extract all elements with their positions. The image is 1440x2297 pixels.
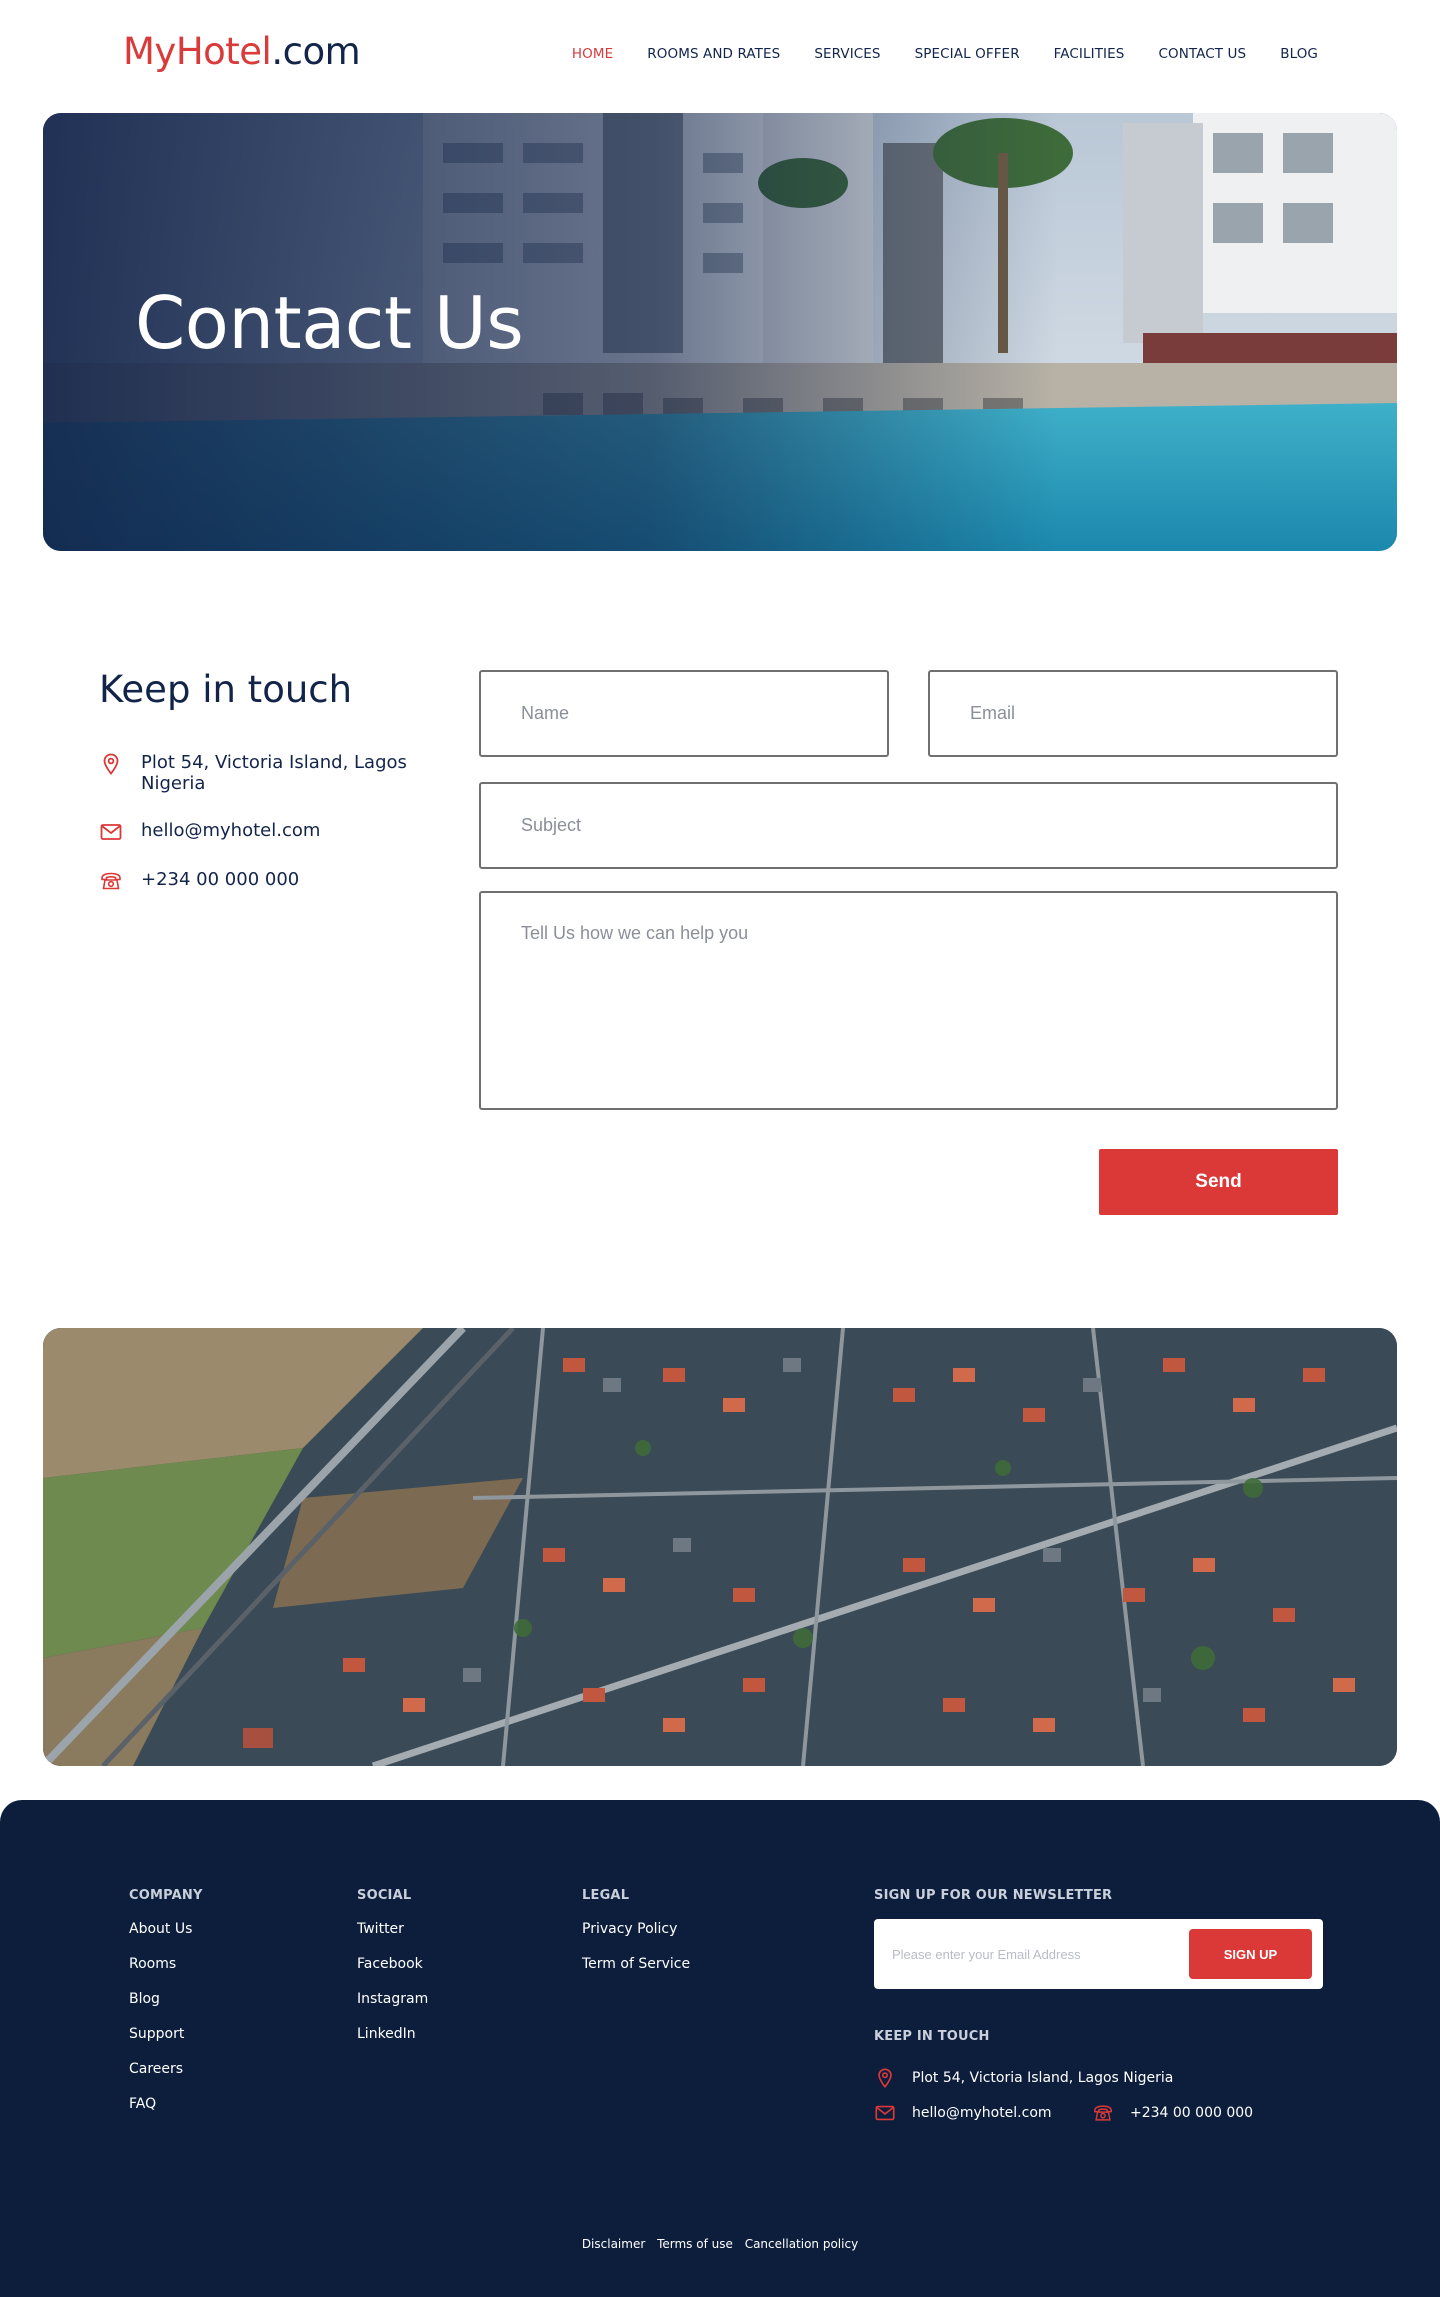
footer-email[interactable]: hello@myhotel.com: [874, 2102, 1052, 2124]
footer-link-instagram[interactable]: Instagram: [357, 1991, 428, 2008]
nav-facilities[interactable]: FACILITIES: [1054, 46, 1125, 62]
footer-link-linkedin[interactable]: LinkedIn: [357, 2026, 428, 2043]
site-footer: COMPANY About Us Rooms Blog Support Care…: [0, 1800, 1440, 2297]
footer-link-rooms[interactable]: Rooms: [129, 1956, 203, 1973]
footer-link-about-us[interactable]: About Us: [129, 1921, 203, 1938]
hero-banner: Contact Us: [43, 113, 1397, 551]
footer-link-twitter[interactable]: Twitter: [357, 1921, 428, 1938]
contact-email-text: hello@myhotel.com: [141, 820, 321, 841]
nav-contact-us[interactable]: CONTACT US: [1158, 46, 1246, 62]
footer-legal-heading: LEGAL: [582, 1888, 630, 1903]
aerial-city-image: [43, 1328, 1397, 1766]
newsletter-email-input[interactable]: [892, 1939, 1172, 1969]
footer-link-cancellation-policy[interactable]: Cancellation policy: [745, 2237, 858, 2251]
location-pin-icon: [103, 753, 119, 775]
nav-services[interactable]: SERVICES: [814, 46, 880, 62]
footer-phone[interactable]: +234 00 000 000: [1092, 2102, 1253, 2124]
mail-icon: [100, 824, 122, 840]
send-button[interactable]: Send: [1099, 1149, 1338, 1215]
contact-phone[interactable]: +234 00 000 000: [99, 869, 299, 893]
footer-address: Plot 54, Victoria Island, Lagos Nigeria: [874, 2067, 1173, 2089]
footer-company-column: COMPANY About Us Rooms Blog Support Care…: [129, 1888, 203, 2131]
footer-email-text: hello@myhotel.com: [912, 2105, 1052, 2121]
mail-icon: [875, 2105, 895, 2121]
contact-address: Plot 54, Victoria Island, Lagos Nigeria: [99, 752, 419, 794]
nav-blog[interactable]: BLOG: [1280, 46, 1318, 62]
message-textarea[interactable]: [479, 891, 1338, 1110]
subject-input[interactable]: [479, 782, 1338, 869]
footer-keep-in-touch: KEEP IN TOUCH: [874, 2029, 990, 2062]
footer-phone-text: +234 00 000 000: [1130, 2105, 1254, 2121]
telephone-icon: [101, 872, 121, 890]
contact-phone-text: +234 00 000 000: [141, 869, 300, 890]
nav-special-offer[interactable]: SPECIAL OFFER: [915, 46, 1020, 62]
footer-keep-in-touch-heading: KEEP IN TOUCH: [874, 2029, 990, 2044]
footer-legal-column: LEGAL Privacy Policy Term of Service: [582, 1888, 690, 1991]
footer-link-privacy-policy[interactable]: Privacy Policy: [582, 1921, 690, 1938]
page-title: Contact Us: [135, 281, 524, 365]
footer-company-heading: COMPANY: [129, 1888, 203, 1903]
nav-rooms-and-rates[interactable]: ROOMS AND RATES: [647, 46, 780, 62]
footer-link-term-of-service[interactable]: Term of Service: [582, 1956, 690, 1973]
telephone-icon: [1094, 2105, 1112, 2121]
footer-link-disclaimer[interactable]: Disclaimer: [582, 2237, 645, 2251]
footer-bottom-links: Disclaimer Terms of use Cancellation pol…: [0, 2237, 1440, 2251]
footer-link-support[interactable]: Support: [129, 2026, 203, 2043]
location-pin-icon: [878, 2068, 892, 2089]
nav-home[interactable]: HOME: [572, 46, 613, 62]
footer-link-facebook[interactable]: Facebook: [357, 1956, 428, 1973]
site-logo[interactable]: MyHotel.com: [123, 30, 361, 73]
site-header: MyHotel.com HOME ROOMS AND RATES SERVICE…: [0, 0, 1440, 112]
footer-link-terms-of-use[interactable]: Terms of use: [657, 2237, 733, 2251]
footer-link-blog[interactable]: Blog: [129, 1991, 203, 2008]
newsletter-heading: SIGN UP FOR OUR NEWSLETTER: [874, 1888, 1113, 1903]
newsletter-form: SIGN UP: [874, 1919, 1323, 1989]
footer-address-text: Plot 54, Victoria Island, Lagos Nigeria: [912, 2070, 1174, 2086]
footer-social-column: SOCIAL Twitter Facebook Instagram Linked…: [357, 1888, 428, 2061]
main-nav: HOME ROOMS AND RATES SERVICES SPECIAL OF…: [572, 46, 1318, 62]
footer-link-careers[interactable]: Careers: [129, 2061, 203, 2078]
footer-link-faq[interactable]: FAQ: [129, 2096, 203, 2113]
name-input[interactable]: [479, 670, 889, 757]
keep-in-touch-heading: Keep in touch: [99, 668, 353, 711]
email-input[interactable]: [928, 670, 1338, 757]
footer-newsletter-column: SIGN UP FOR OUR NEWSLETTER: [874, 1888, 1112, 1921]
contact-email[interactable]: hello@myhotel.com: [99, 820, 320, 844]
footer-social-heading: SOCIAL: [357, 1888, 412, 1903]
newsletter-signup-button[interactable]: SIGN UP: [1189, 1929, 1312, 1979]
contact-address-text: Plot 54, Victoria Island, Lagos Nigeria: [141, 752, 407, 794]
